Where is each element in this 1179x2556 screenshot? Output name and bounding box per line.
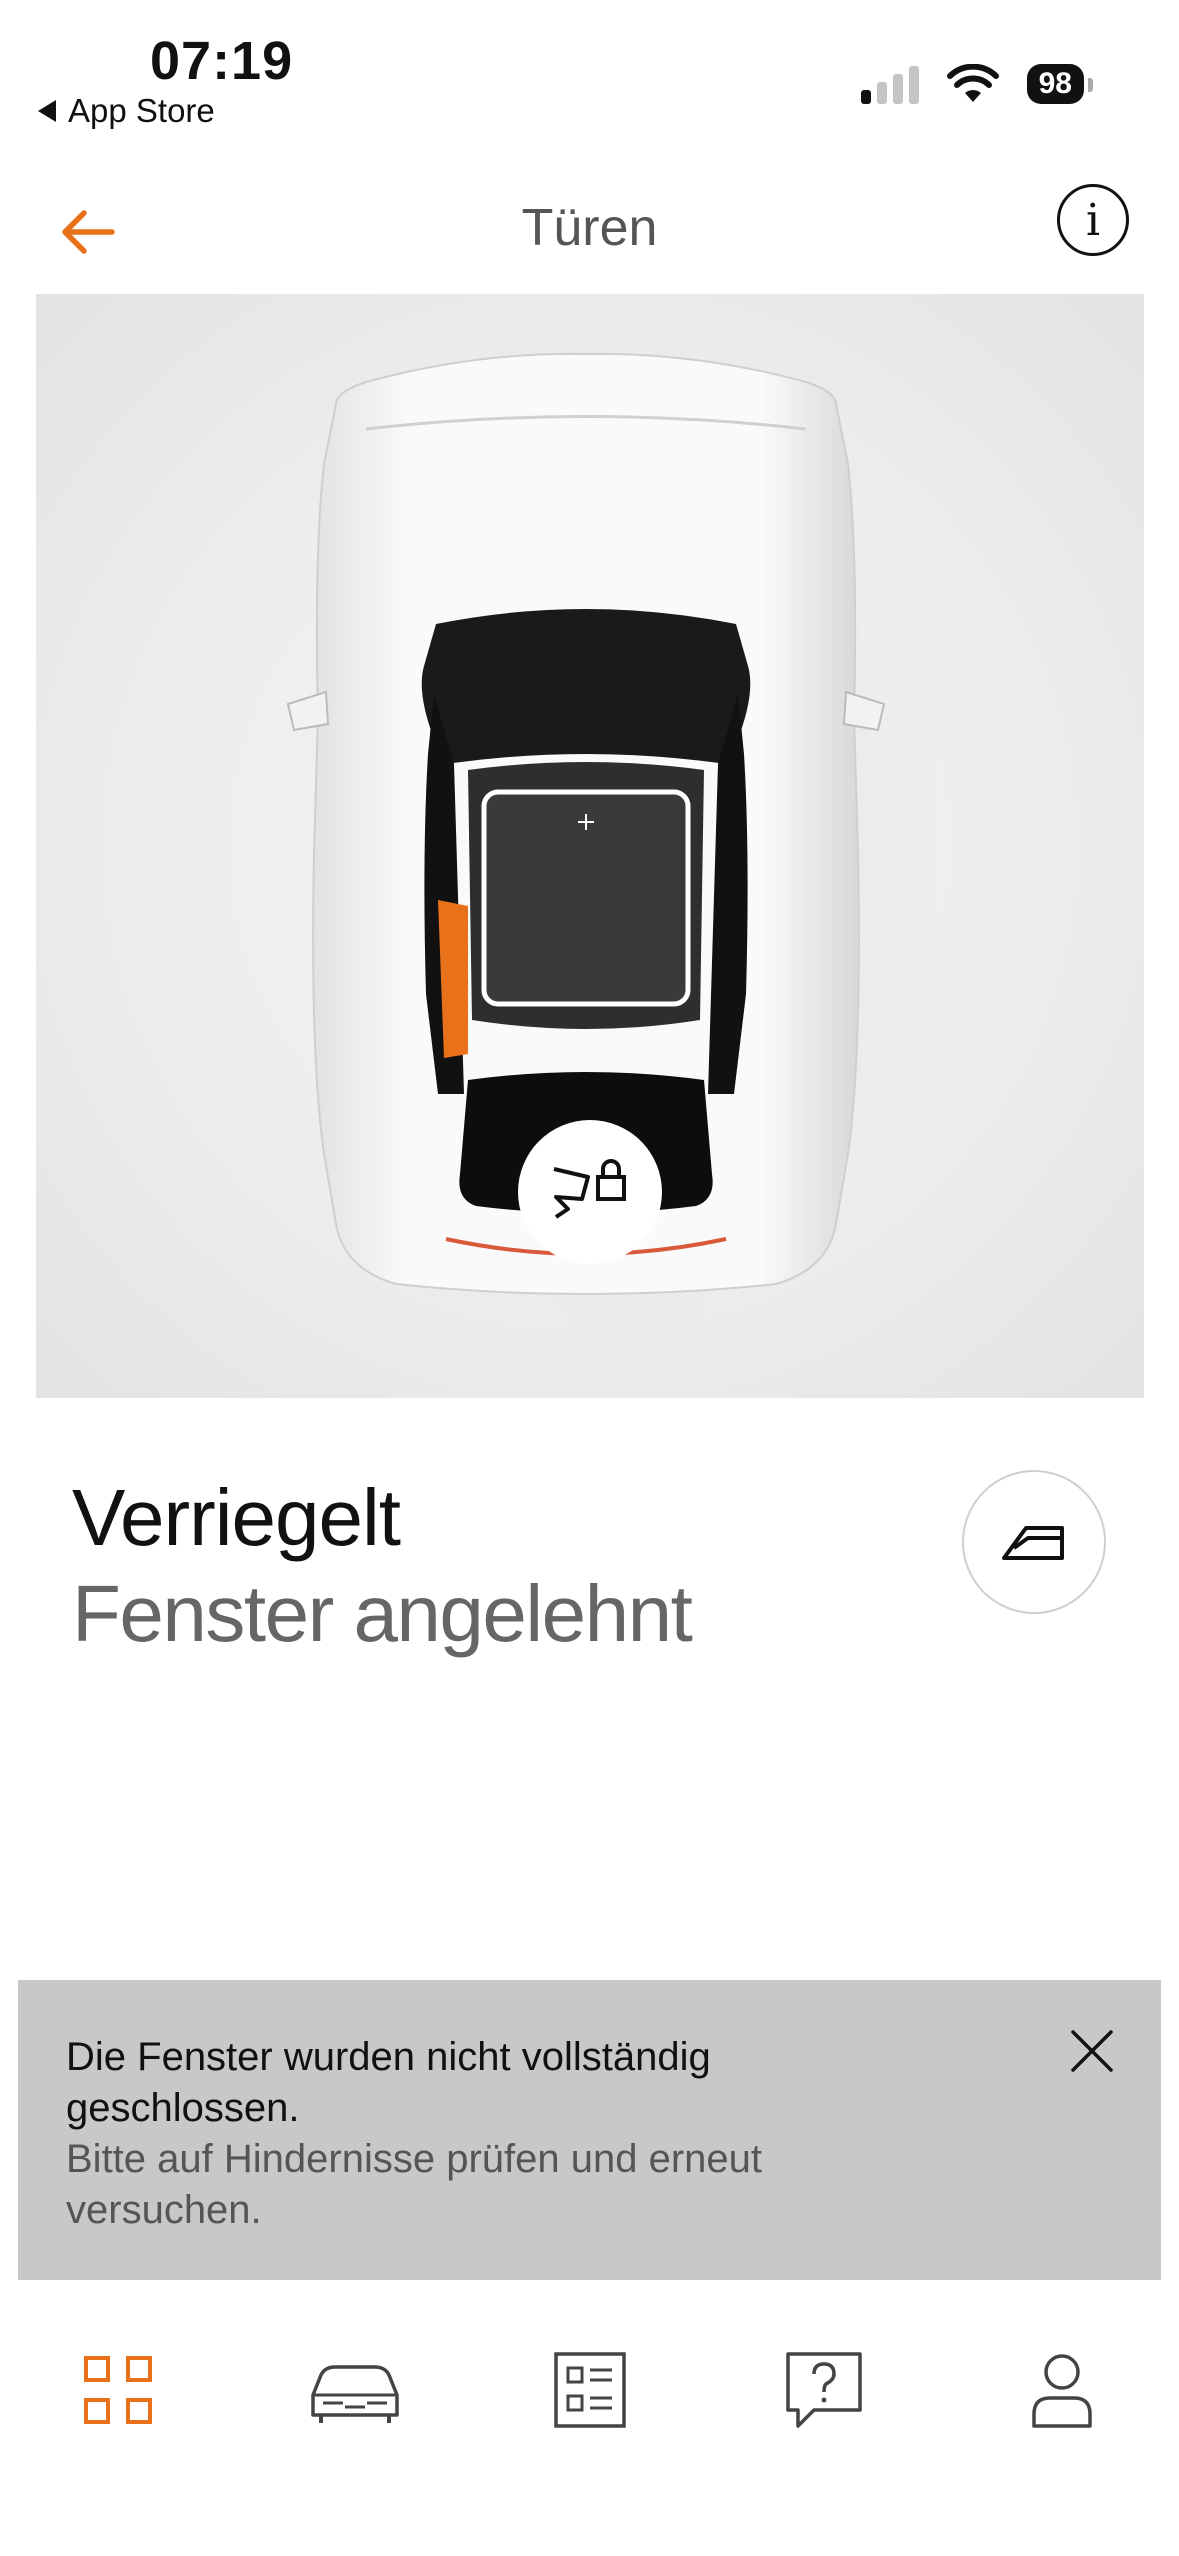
banner-title: Die Fenster wurden nicht vollständig ges… (66, 2035, 711, 2130)
windshield (421, 609, 751, 764)
battery-indicator: 98 (1026, 64, 1094, 104)
car-window-icon (1002, 1526, 1064, 1560)
status-time: 07:19 (150, 31, 294, 91)
tab-overview[interactable] (540, 2340, 640, 2440)
tab-help[interactable] (774, 2340, 874, 2440)
car-door-lock-icon (553, 1159, 626, 1219)
car-icon (311, 2365, 399, 2423)
banner-close-button[interactable] (1069, 2028, 1115, 2074)
warning-banner: Die Fenster wurden nicht vollständig ges… (18, 1980, 1161, 2280)
window-state-label: Fenster angelehnt (72, 1569, 693, 1658)
tab-profile[interactable] (1012, 2340, 1112, 2440)
list-icon (554, 2352, 626, 2428)
cellular-signal-icon (860, 64, 919, 104)
lock-status-badge (518, 1120, 662, 1264)
banner-body: Bitte auf Hindernisse prüfen und erneut … (66, 2137, 762, 2232)
info-icon: i (1085, 194, 1101, 246)
help-icon (786, 2352, 862, 2428)
lock-state-label: Verriegelt (72, 1473, 401, 1562)
left-mirror (286, 690, 330, 732)
back-to-app-store-link[interactable]: App Store (38, 92, 215, 130)
profile-icon (1032, 2354, 1092, 2428)
grid-icon (84, 2356, 152, 2424)
close-icon (1071, 2030, 1113, 2072)
window-control-button[interactable] (962, 1470, 1106, 1614)
tab-bar (0, 2300, 1179, 2470)
page-header: Türen i (0, 180, 1179, 280)
tab-car[interactable] (305, 2340, 405, 2440)
tab-dashboard[interactable] (68, 2340, 168, 2440)
wifi-icon (946, 64, 999, 102)
status-indicators: 98 (860, 64, 1094, 104)
back-app-label: App Store (68, 92, 215, 129)
info-button[interactable]: i (1057, 184, 1129, 256)
car-top-view (36, 294, 1144, 1398)
page-title: Türen (521, 199, 658, 257)
back-triangle-icon (38, 100, 56, 122)
